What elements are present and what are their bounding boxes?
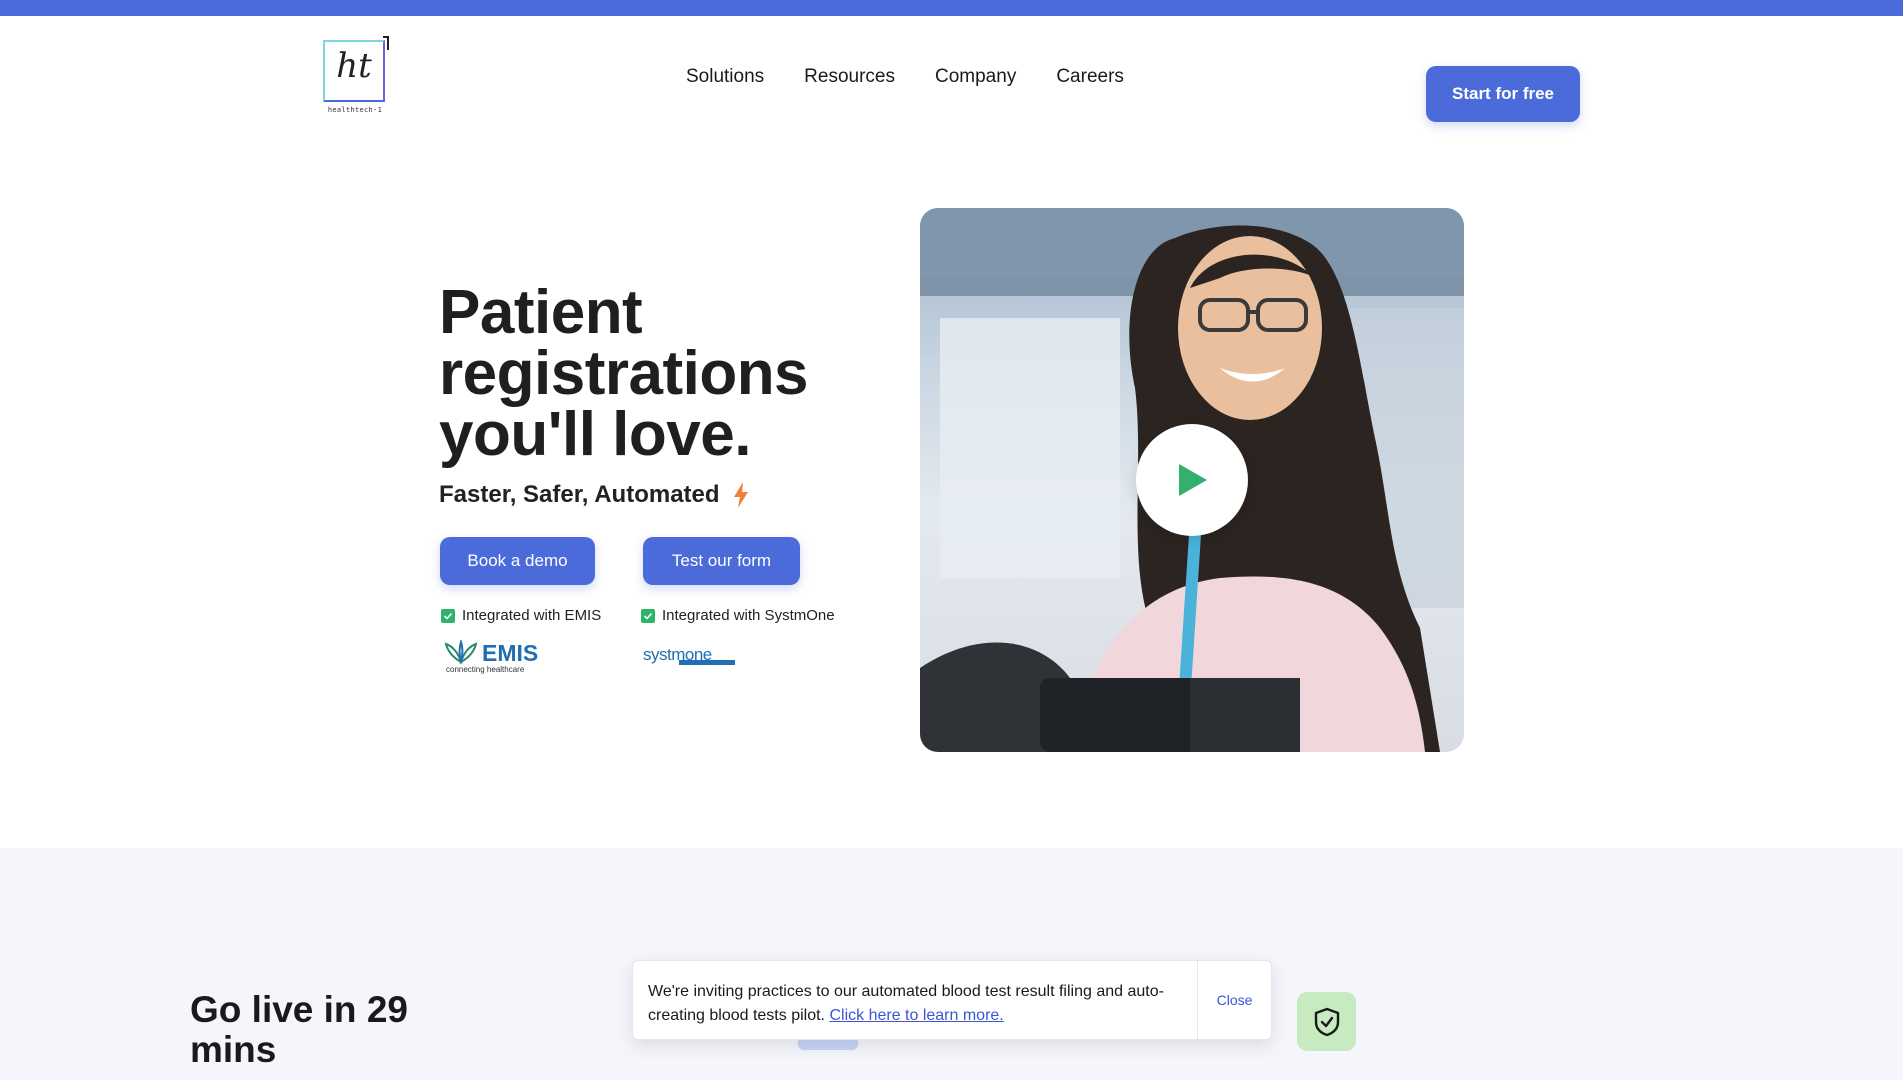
nav-item-solutions[interactable]: Solutions: [686, 66, 764, 88]
hero-title: Patient registrations you'll love.: [439, 278, 809, 469]
check-icon: [641, 608, 655, 623]
lightning-bolt-icon: [733, 482, 748, 508]
toast-message-wrap: We're inviting practices to our automate…: [633, 961, 1197, 1039]
top-accent-bar: [0, 0, 1903, 16]
emis-leaf-icon: [444, 640, 478, 665]
nav-item-careers[interactable]: Careers: [1056, 66, 1124, 88]
nav-item-company[interactable]: Company: [935, 66, 1016, 88]
systmone-underline: [679, 660, 735, 665]
integration-label: Integrated with SystmOne: [662, 607, 835, 624]
nav-item-resources[interactable]: Resources: [804, 66, 895, 88]
logo-subtitle: healthtech-1: [327, 106, 383, 114]
privacy-settings-button[interactable]: [1297, 992, 1356, 1051]
emis-logo: EMIS connecting healthcare: [442, 638, 542, 676]
integration-label: Integrated with EMIS: [462, 607, 602, 624]
integration-systmone: Integrated with SystmOne: [641, 607, 835, 624]
shield-check-icon: [1314, 1007, 1339, 1036]
site-header: ht healthtech-1 Solutions Resources Comp…: [0, 16, 1903, 136]
systmone-logo: systmone: [643, 645, 737, 665]
integration-emis: Integrated with EMIS: [441, 607, 601, 624]
logo-mark: ht: [336, 46, 372, 86]
pilot-announcement-toast: We're inviting practices to our automate…: [632, 960, 1272, 1040]
go-live-heading: Go live in 29 mins: [190, 989, 408, 1070]
hero-subtitle-row: Faster, Safer, Automated: [439, 481, 750, 509]
play-icon: [1179, 464, 1207, 496]
hero-subtitle: Faster, Safer, Automated: [439, 481, 720, 508]
test-our-form-button[interactable]: Test our form: [643, 537, 800, 585]
play-video-button[interactable]: [1136, 424, 1248, 536]
learn-more-link[interactable]: Click here to learn more.: [829, 1007, 1003, 1024]
emis-tagline: connecting healthcare: [446, 665, 525, 674]
start-for-free-button[interactable]: Start for free: [1426, 66, 1580, 122]
emis-wordmark: EMIS: [482, 640, 539, 666]
book-a-demo-button[interactable]: Book a demo: [440, 537, 595, 585]
brand-logo[interactable]: ht healthtech-1: [323, 36, 389, 118]
check-icon: [441, 608, 455, 623]
main-nav: Solutions Resources Company Careers: [686, 66, 1124, 88]
toast-close-button[interactable]: Close: [1197, 961, 1271, 1039]
